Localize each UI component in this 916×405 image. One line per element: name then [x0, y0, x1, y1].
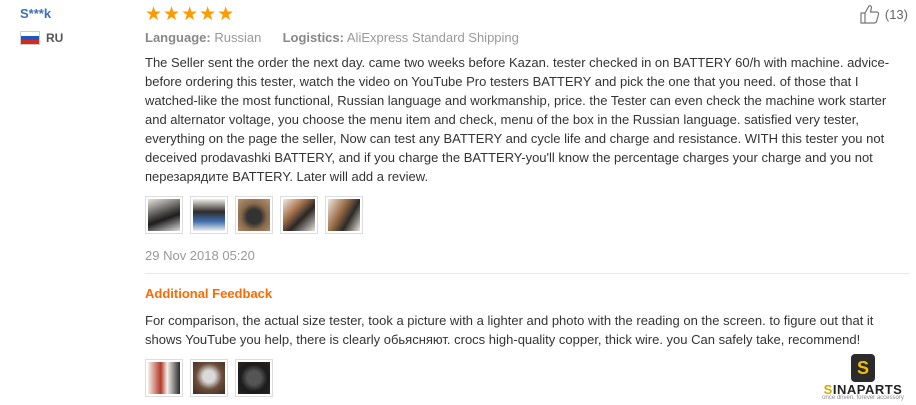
reviewer-info: S***k RU	[20, 6, 63, 45]
russia-flag-icon	[20, 31, 40, 45]
review-photo[interactable]	[280, 196, 318, 234]
country-code: RU	[46, 31, 64, 45]
logo-tagline: once driven. forever accessory	[822, 395, 904, 401]
review-photo[interactable]	[325, 196, 363, 234]
review-photo[interactable]	[145, 196, 183, 234]
additional-photo[interactable]	[145, 359, 183, 397]
language-value: Russian	[214, 30, 262, 45]
rating-stars: ★★★★★	[145, 4, 236, 25]
additional-feedback-title: Additional Feedback	[145, 286, 273, 301]
logistics-value: AliExpress Standard Shipping	[346, 30, 519, 45]
reviewer-name: S***k	[20, 6, 52, 21]
additional-photo[interactable]	[190, 359, 228, 397]
review-meta: Language: Russian Logistics: AliExpress …	[145, 30, 910, 45]
additional-photo[interactable]	[235, 359, 273, 397]
reviewer-country: RU	[20, 31, 63, 45]
watermark-logo: S SINAPARTS once driven. forever accesso…	[818, 354, 908, 401]
language-label: Language:	[145, 30, 211, 45]
review-photo[interactable]	[190, 196, 228, 234]
review-text: The Seller sent the order the next day. …	[145, 55, 890, 184]
additional-photos	[145, 359, 910, 397]
additional-feedback-text: For comparison, the actual size tester, …	[145, 313, 874, 347]
review-body: ★★★★★ Language: Russian Logistics: AliEx…	[145, 4, 910, 397]
divider	[145, 273, 910, 274]
review-photos	[145, 196, 910, 234]
logo-mark-icon: S	[851, 354, 875, 382]
review-date: 29 Nov 2018 05:20	[145, 248, 255, 263]
review-photo[interactable]	[235, 196, 273, 234]
logistics-label: Logistics:	[282, 30, 344, 45]
